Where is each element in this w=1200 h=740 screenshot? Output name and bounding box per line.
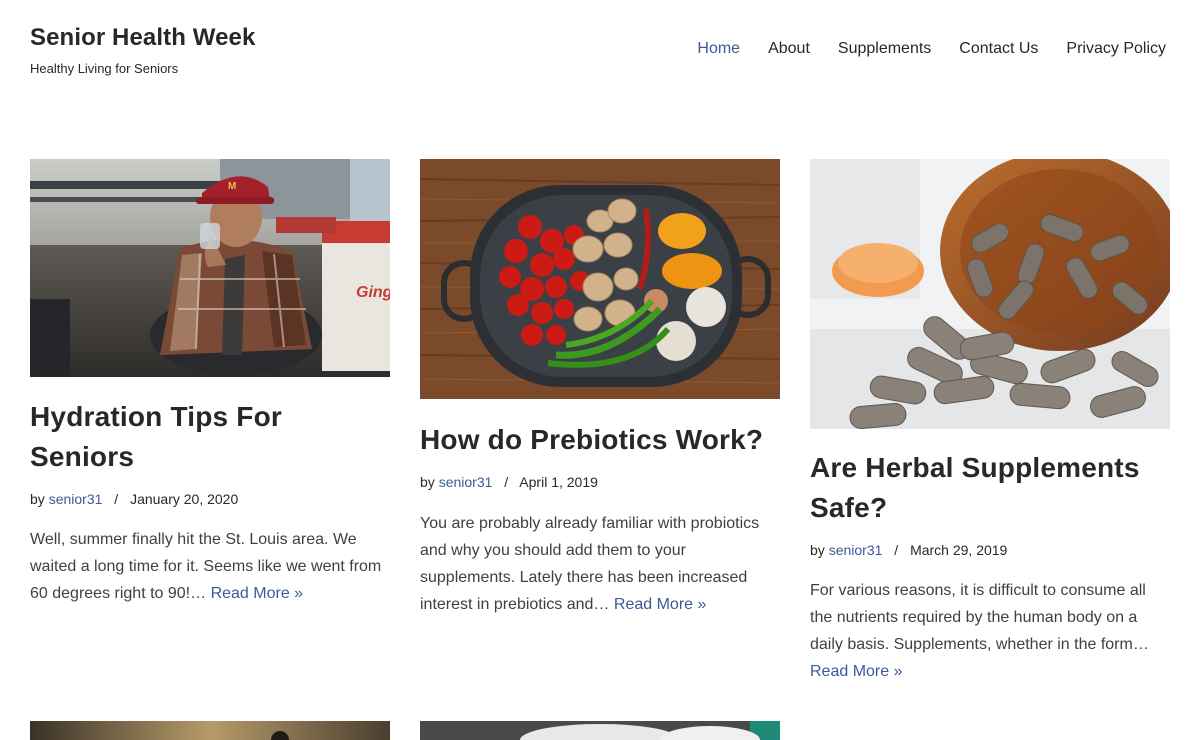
post-title[interactable]: How do Prebiotics Work? <box>420 420 780 460</box>
nav-item-supplements[interactable]: Supplements <box>810 40 931 58</box>
post-thumbnail[interactable] <box>30 721 390 740</box>
nav-item-contact-us[interactable]: Contact Us <box>931 40 1038 58</box>
meta-separator: / <box>114 491 119 507</box>
site-tagline: Healthy Living for Seniors <box>30 61 179 76</box>
post-date: March 29, 2019 <box>910 542 1008 558</box>
post-author-link[interactable]: senior31 <box>829 542 883 558</box>
supplement-capsules-image <box>810 159 1170 429</box>
post-card: How do Prebiotics Work? by senior31 / Ap… <box>420 159 780 618</box>
post-excerpt: Well, summer finally hit the St. Louis a… <box>30 526 390 607</box>
nav-item-home[interactable]: Home <box>669 40 740 58</box>
post-excerpt: For various reasons, it is difficult to … <box>810 577 1170 685</box>
post-excerpt-text: Well, summer finally hit the St. Louis a… <box>30 531 382 602</box>
meta-separator: / <box>504 474 509 490</box>
read-more-link[interactable]: Read More » <box>614 596 707 613</box>
post-date: January 20, 2020 <box>130 491 239 507</box>
post-thumbnail[interactable] <box>420 721 780 740</box>
pills-plate-image <box>420 721 780 740</box>
nav-item-privacy-policy[interactable]: Privacy Policy <box>1038 40 1166 58</box>
post-author-link[interactable]: senior31 <box>49 491 103 507</box>
svg-text:M: M <box>228 181 236 192</box>
site-title[interactable]: Senior Health Week <box>30 24 255 52</box>
nav-item-about[interactable]: About <box>740 40 810 58</box>
svg-text:Gingg: Gingg <box>356 284 390 301</box>
site-branding: Senior Health Week Healthy Living for Se… <box>30 24 255 77</box>
senior-drinking-water-image: Gingg M <box>30 159 390 377</box>
post-meta: by senior31 / January 20, 2020 <box>30 490 390 508</box>
post-author-link[interactable]: senior31 <box>439 474 493 490</box>
post-title[interactable]: Hydration Tips For Seniors <box>30 397 390 477</box>
post-thumbnail[interactable]: Gingg M <box>30 159 390 377</box>
read-more-link[interactable]: Read More » <box>211 585 304 602</box>
read-more-link[interactable]: Read More » <box>810 663 903 680</box>
meta-by-label: by <box>30 491 45 507</box>
post-excerpt-text: For various reasons, it is difficult to … <box>810 582 1149 653</box>
vegetables-pan-image <box>420 159 780 399</box>
post-thumbnail[interactable] <box>420 159 780 399</box>
post-excerpt-text: You are probably already familiar with p… <box>420 515 760 613</box>
post-excerpt: You are probably already familiar with p… <box>420 510 780 618</box>
post-card: Are Herbal Supplements Safe? by senior31… <box>810 159 1170 685</box>
post-thumbnail[interactable] <box>810 159 1170 429</box>
sunset-silhouette-image <box>30 721 390 740</box>
post-meta: by senior31 / April 1, 2019 <box>420 473 780 491</box>
meta-separator: / <box>894 542 899 558</box>
post-date: April 1, 2019 <box>519 474 598 490</box>
meta-by-label: by <box>810 542 825 558</box>
post-meta: by senior31 / March 29, 2019 <box>810 541 1170 559</box>
primary-nav: Home About Supplements Contact Us Privac… <box>669 40 1166 58</box>
post-title[interactable]: Are Herbal Supplements Safe? <box>810 448 1170 528</box>
post-card: Gingg M Hydration Tips For Seniors b <box>30 159 390 607</box>
meta-by-label: by <box>420 474 435 490</box>
